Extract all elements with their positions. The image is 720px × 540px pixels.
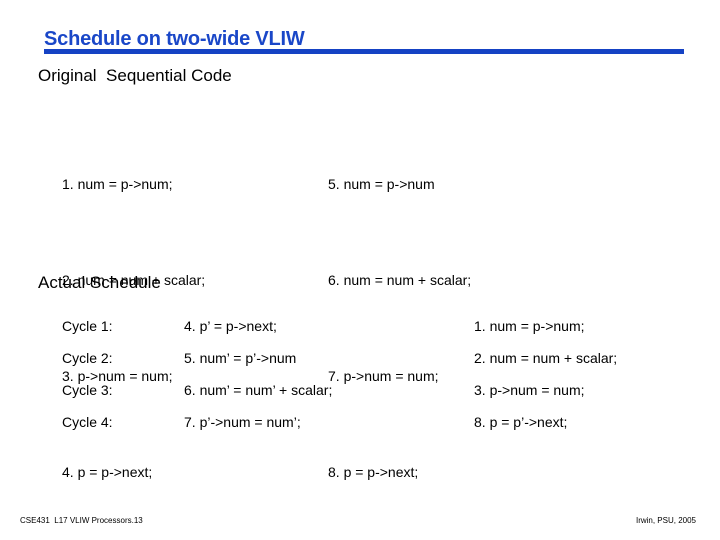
code-line: 8. p = p->next;: [328, 464, 419, 480]
issue-slot-a: 6. num’ = num’ + scalar;: [184, 382, 333, 398]
code-line: 5. num = p->num: [328, 176, 435, 192]
section-heading-original-code: Original Sequential Code: [38, 66, 232, 85]
issue-slot-a: 5. num’ = p’->num: [184, 350, 297, 366]
table-row: Cycle 2: 5. num’ = p’->num 2. num = num …: [62, 342, 684, 374]
table-row: Cycle 1: 4. p’ = p->next; 1. num = p->nu…: [62, 310, 684, 342]
cycle-label: Cycle 1:: [62, 318, 113, 334]
section-heading-actual-schedule: Actual Schedule: [38, 273, 161, 292]
cycle-label: Cycle 4:: [62, 414, 113, 430]
issue-slot-a: 4. p’ = p->next;: [184, 318, 277, 334]
code-line: 6. num = num + scalar;: [328, 272, 472, 288]
cycle-label: Cycle 2:: [62, 350, 113, 366]
code-line: 4. p = p->next;: [62, 464, 153, 480]
page-title: Schedule on two-wide VLIW: [44, 28, 305, 50]
table-row: Cycle 4: 7. p’->num = num’; 8. p = p’->n…: [62, 406, 684, 438]
actual-schedule-table: Cycle 1: 4. p’ = p->next; 1. num = p->nu…: [62, 310, 684, 438]
issue-slot-b: 2. num = num + scalar;: [474, 350, 618, 366]
table-row: Cycle 3: 6. num’ = num’ + scalar; 3. p->…: [62, 374, 684, 406]
issue-slot-b: 8. p = p’->next;: [474, 414, 568, 430]
cycle-label: Cycle 3:: [62, 382, 113, 398]
title-underline-rule: [44, 49, 684, 54]
slide: Schedule on two-wide VLIW Original Seque…: [0, 0, 720, 540]
title-block: Schedule on two-wide VLIW: [44, 28, 684, 50]
footer-left-text: CSE431 L17 VLIW Processors.13: [20, 516, 143, 525]
issue-slot-a: 7. p’->num = num’;: [184, 414, 301, 430]
issue-slot-b: 1. num = p->num;: [474, 318, 585, 334]
code-line: 1. num = p->num;: [62, 176, 173, 192]
footer-right-text: Irwin, PSU, 2005: [635, 516, 696, 525]
issue-slot-b: 3. p->num = num;: [474, 382, 585, 398]
